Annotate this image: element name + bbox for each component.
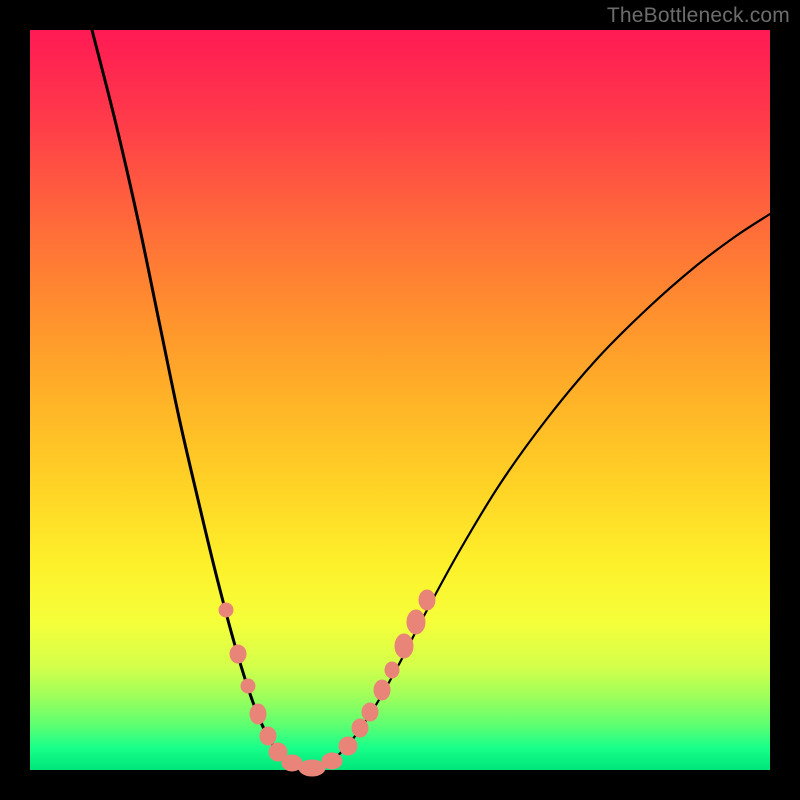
highlight-marker: [362, 703, 378, 721]
highlight-marker: [385, 662, 399, 678]
highlight-marker: [407, 610, 425, 634]
highlight-marker: [241, 679, 255, 693]
highlight-marker: [230, 645, 246, 663]
highlight-marker: [419, 590, 435, 610]
highlight-marker: [219, 603, 233, 617]
plot-area: [30, 30, 770, 770]
curve-left-branch: [92, 30, 310, 769]
highlight-marker: [322, 753, 342, 769]
highlight-marker: [250, 704, 266, 724]
highlight-markers: [219, 590, 435, 776]
chart-frame: TheBottleneck.com: [0, 0, 800, 800]
highlight-marker: [260, 727, 276, 745]
highlight-marker: [299, 760, 325, 776]
highlight-marker: [395, 634, 413, 658]
highlight-marker: [352, 719, 368, 737]
watermark-text: TheBottleneck.com: [607, 4, 790, 28]
highlight-marker: [374, 680, 390, 700]
highlight-marker: [339, 737, 357, 755]
chart-svg: [30, 30, 770, 770]
